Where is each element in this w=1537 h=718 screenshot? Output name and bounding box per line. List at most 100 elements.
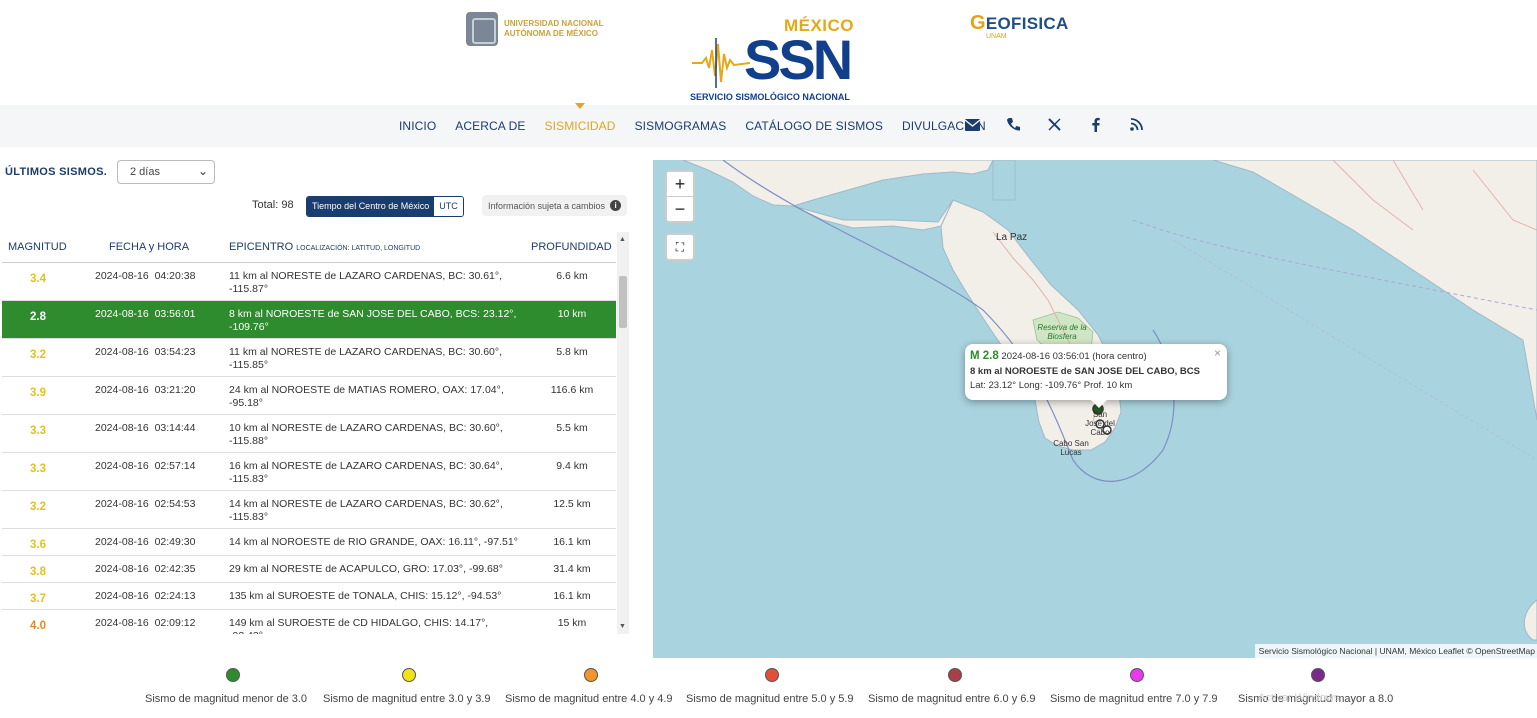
mail-icon[interactable] <box>964 118 981 135</box>
phone-icon[interactable] <box>1005 117 1022 136</box>
tz-utc-button[interactable]: UTC <box>434 197 463 216</box>
popup-datetime: 2024-08-16 03:56:01 (hora centro) <box>1001 351 1147 362</box>
row-depth: 12.5 km <box>553 498 591 510</box>
row-magnitude: 3.7 <box>30 593 46 605</box>
fullscreen-button[interactable]: ⛶ <box>665 233 695 261</box>
row-magnitude: 2.8 <box>30 311 46 323</box>
nav-catalogo[interactable]: CATÁLOGO DE SISMOS <box>745 119 883 133</box>
map-label-la-paz: La Paz <box>996 232 1028 243</box>
main-nav: INICIO ACERCA DE SISMICIDAD SISMOGRAMAS … <box>0 103 1537 147</box>
close-icon[interactable]: × <box>1214 346 1221 360</box>
ssn-subtitle: SERVICIO SISMOLÓGICO NACIONAL <box>690 92 850 102</box>
scroll-thumb[interactable] <box>619 276 627 328</box>
row-epicenter: 135 km al SUROESTE de TONALA, CHIS: 15.1… <box>229 590 502 602</box>
row-time: 03:14:44 <box>154 422 196 434</box>
row-datetime: 2024-08-16 03:21:20 <box>95 384 195 396</box>
row-magnitude: 4.0 <box>30 620 46 632</box>
info-icon[interactable]: i <box>610 200 622 211</box>
map-canvas[interactable] <box>653 160 1537 658</box>
legend-label: Sismo de magnitud menor de 3.0 <box>145 693 308 705</box>
row-time: 03:21:20 <box>154 384 196 396</box>
zoom-out-button[interactable]: − <box>667 197 693 221</box>
table-header: MAGNITUD FECHA y HORA EPICENTRO LOCALIZA… <box>2 232 616 263</box>
ssn-acronym: SSN <box>744 28 853 91</box>
row-magnitude: 3.4 <box>30 273 46 285</box>
row-datetime: 2024-08-16 03:56:01 <box>95 308 195 320</box>
row-time: 03:54:23 <box>154 346 196 358</box>
unam-logo[interactable]: UNIVERSIDAD NACIONAL AUTÓNOMA DE MÉXICO <box>466 12 614 46</box>
row-date: 2024-08-16 <box>95 536 149 548</box>
geofisica-logo[interactable]: GEOFISICA UNAM <box>970 12 1069 40</box>
col-epicentro[interactable]: EPICENTRO LOCALIZACIÓN: LATITUD, LONGITU… <box>229 241 420 253</box>
active-caret-icon <box>575 103 586 109</box>
total-count: Total: 98 <box>252 199 294 211</box>
table-row[interactable]: 3.9 2024-08-16 03:21:20 24 km al NOROESTE … <box>2 377 616 415</box>
scroll-down-icon[interactable]: ▼ <box>619 623 626 630</box>
unam-logo-text: UNIVERSIDAD NACIONAL AUTÓNOMA DE MÉXICO <box>504 19 604 38</box>
table-row[interactable]: 2.8 2024-08-16 03:56:01 8 km al NOROESTE d… <box>2 301 616 339</box>
row-time: 02:57:14 <box>154 460 196 472</box>
col-fecha[interactable]: FECHA y HORA <box>109 241 189 253</box>
row-depth: 9.4 km <box>556 460 588 472</box>
table-row[interactable]: 3.3 2024-08-16 03:14:44 10 km al NORESTE d… <box>2 415 616 453</box>
row-magnitude: 3.8 <box>30 566 46 578</box>
rss-icon[interactable] <box>1128 117 1145 135</box>
row-time: 03:56:01 <box>154 308 196 320</box>
row-datetime: 2024-08-16 03:54:23 <box>95 346 195 358</box>
range-select-value: 2 días <box>130 166 160 178</box>
table-scrollbar[interactable]: ▲ ▼ <box>617 232 629 634</box>
popup-coords: Lat: 23.12° Long: -109.76° Prof. 10 km <box>970 380 1133 391</box>
table-row[interactable]: 3.3 2024-08-16 02:57:14 16 km al NORESTE d… <box>2 453 616 491</box>
range-select[interactable]: 2 días ⌄ <box>117 160 215 184</box>
tz-local-button[interactable]: Tiempo del Centro de México <box>307 197 435 216</box>
table-row[interactable]: 3.2 2024-08-16 02:54:53 14 km al NORESTE d… <box>2 491 616 529</box>
info-notice: Información sujeta a cambios i <box>482 195 628 216</box>
col-magnitud[interactable]: MAGNITUD <box>8 241 67 253</box>
map-label-san-jose: San José del Cabo <box>1085 410 1115 437</box>
row-datetime: 2024-08-16 02:54:53 <box>95 498 195 510</box>
row-time: 02:24:13 <box>154 590 196 602</box>
col-epicentro-sub: LOCALIZACIÓN: LATITUD, LONGITUD <box>296 245 421 252</box>
nav-sismogramas[interactable]: SISMOGRAMAS <box>635 119 727 133</box>
nav-acerca-de[interactable]: ACERCA DE <box>455 119 525 133</box>
row-date: 2024-08-16 <box>95 617 149 629</box>
row-time: 04:20:38 <box>154 270 196 282</box>
row-epicenter: 16 km al NORESTE de LAZARO CARDENAS, BC:… <box>229 460 503 485</box>
row-magnitude: 3.2 <box>30 349 46 361</box>
facebook-icon[interactable] <box>1087 117 1104 136</box>
table-row[interactable]: 4.0 2024-08-16 02:09:12 149 km al SUROESTE… <box>2 610 616 634</box>
col-profundidad[interactable]: PROFUNDIDAD <box>531 241 612 253</box>
table-row[interactable]: 3.7 2024-08-16 02:24:13 135 km al SUROESTE… <box>2 583 616 610</box>
legend-dot-icon <box>1130 668 1144 682</box>
ssn-logo[interactable]: MÉXICO SSN SERVICIO SISMOLÓGICO NACIONAL <box>690 16 860 102</box>
row-epicenter: 14 km al NOROESTE de RIO GRANDE, OAX: 16… <box>229 536 518 548</box>
scroll-up-icon[interactable]: ▲ <box>619 236 626 243</box>
row-depth: 31.4 km <box>553 563 591 575</box>
table-row[interactable]: 3.4 2024-08-16 04:20:38 11 km al NORESTE d… <box>2 263 616 301</box>
earthquake-popup: × M 2.8 2024-08-16 03:56:01 (hora centro… <box>965 344 1227 408</box>
chevron-down-icon: ⌄ <box>197 164 208 178</box>
row-datetime: 2024-08-16 04:20:38 <box>95 270 195 282</box>
row-magnitude: 3.3 <box>30 463 46 475</box>
map-label-reserve: Reserva de la Biosfera <box>1037 323 1087 341</box>
row-datetime: 2024-08-16 02:09:12 <box>95 617 195 629</box>
row-depth: 5.5 km <box>556 422 588 434</box>
legend-dot-icon <box>584 668 598 682</box>
nav-inicio[interactable]: INICIO <box>399 119 436 133</box>
map-attribution[interactable]: Servicio Sismológico Nacional | UNAM, Mé… <box>1254 644 1537 658</box>
zoom-in-button[interactable]: + <box>667 172 693 197</box>
legend-label: Sismo de magnitud entre 7.0 y 7.9 <box>1050 693 1218 705</box>
row-depth: 10 km <box>557 308 587 320</box>
map[interactable]: + − ⛶ La Paz Reserva de la Biosfera San … <box>653 160 1537 658</box>
legend-label: Sismo de magnitud entre 6.0 y 6.9 <box>868 693 1036 705</box>
x-icon[interactable] <box>1046 117 1063 135</box>
table-row[interactable]: 3.6 2024-08-16 02:49:30 14 km al NOROESTE … <box>2 529 616 556</box>
row-date: 2024-08-16 <box>95 590 149 602</box>
row-date: 2024-08-16 <box>95 498 149 510</box>
nav-sismicidad[interactable]: SISMICIDAD <box>545 103 616 133</box>
row-time: 02:54:53 <box>154 498 196 510</box>
row-epicenter: 11 km al NORESTE de LAZARO CARDENAS, BC:… <box>229 270 503 295</box>
table-row[interactable]: 3.8 2024-08-16 02:42:35 29 km al NORESTE d… <box>2 556 616 583</box>
table-row[interactable]: 3.2 2024-08-16 03:54:23 11 km al NORESTE d… <box>2 339 616 377</box>
row-datetime: 2024-08-16 02:42:35 <box>95 563 195 575</box>
